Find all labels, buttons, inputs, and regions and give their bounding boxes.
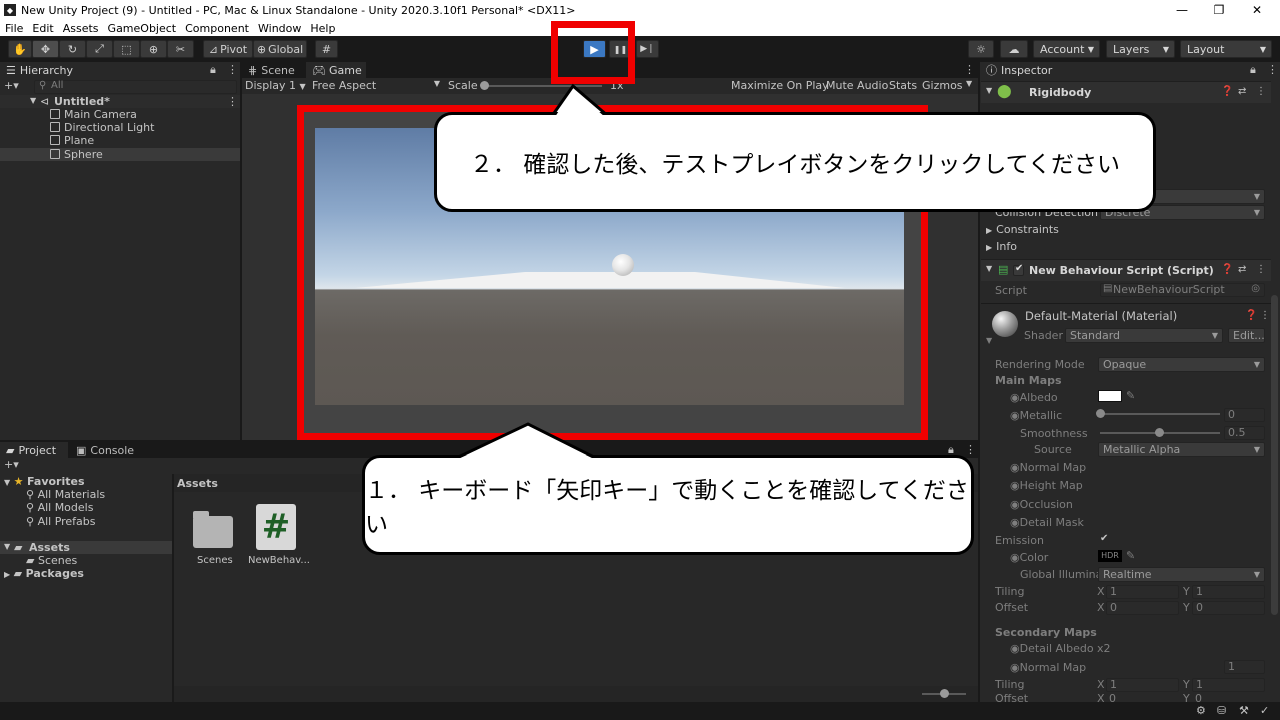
callout-step-2: ２． 確認した後、テストプレイボタンをクリックしてください	[434, 112, 1156, 212]
callout-step-1: １． キーボード「矢印キー」で動くことを確認してください	[362, 455, 974, 555]
callout-tails	[451, 83, 613, 462]
